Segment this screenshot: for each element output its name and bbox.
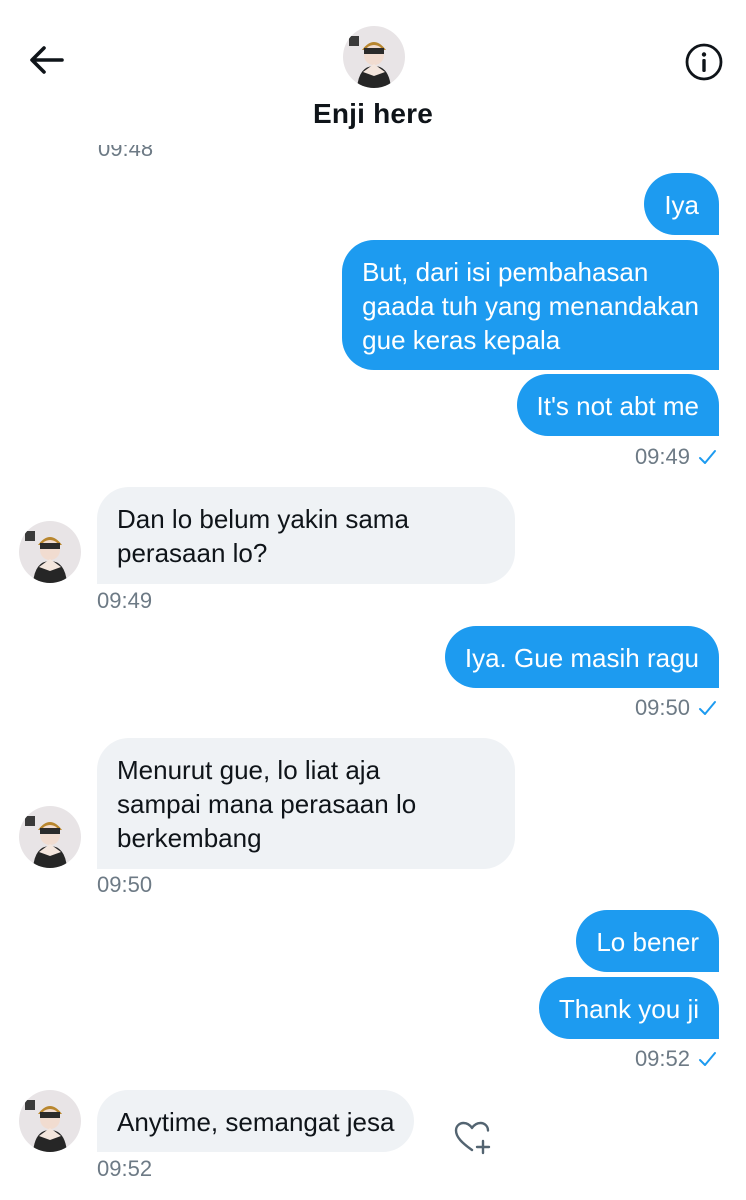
profile-photo-icon <box>19 1090 81 1152</box>
message-bubble-outgoing[interactable]: Lo bener <box>576 910 719 972</box>
contact-name: Enji here <box>312 98 434 129</box>
message-timestamp: 09:49 <box>97 588 153 613</box>
message-timestamp: 09:49 <box>635 444 718 470</box>
message-bubble-incoming[interactable]: Anytime, semangat jesa <box>97 1090 415 1152</box>
timestamp-text: 09:50 <box>634 695 690 720</box>
react-button[interactable] <box>452 1117 492 1157</box>
message-bubble-outgoing[interactable]: Iya <box>644 173 719 235</box>
profile-photo-icon <box>19 806 81 868</box>
message-bubble-outgoing[interactable]: Thank you ji <box>538 977 719 1039</box>
message-bubble-outgoing[interactable]: But, dari isi pembahasan gaada tuh yang … <box>342 240 719 370</box>
info-icon <box>685 43 723 81</box>
sender-avatar[interactable] <box>19 806 81 868</box>
message-timestamp: 09:52 <box>97 1156 153 1181</box>
conversation-header: Enji here <box>0 0 746 145</box>
timestamp-text: 09:52 <box>634 1046 690 1071</box>
message-timestamp: 09:50 <box>97 872 153 897</box>
sender-avatar[interactable] <box>19 521 81 583</box>
read-check-icon <box>699 450 716 464</box>
back-arrow-icon <box>30 46 64 74</box>
profile-photo-icon <box>343 26 405 88</box>
sender-avatar[interactable] <box>19 1090 81 1152</box>
timestamp-text: 09:49 <box>634 444 690 469</box>
contact-avatar[interactable] <box>343 26 405 88</box>
conversation-info-button[interactable] <box>682 40 726 84</box>
read-check-icon <box>699 701 716 715</box>
message-timestamp: 09:50 <box>635 695 718 721</box>
heart-plus-icon <box>454 1121 491 1155</box>
message-bubble-incoming[interactable]: Dan lo belum yakin sama perasaan lo? <box>97 487 515 584</box>
read-check-icon <box>699 1052 716 1066</box>
message-bubble-outgoing[interactable]: It's not abt me <box>516 374 719 436</box>
profile-photo-icon <box>19 521 81 583</box>
message-timestamp: 09:52 <box>635 1046 718 1072</box>
message-bubble-incoming[interactable]: Menurut gue, lo liat aja sampai mana per… <box>97 738 515 869</box>
message-bubble-outgoing[interactable]: Iya. Gue masih ragu <box>444 626 719 688</box>
back-button[interactable] <box>22 38 70 82</box>
